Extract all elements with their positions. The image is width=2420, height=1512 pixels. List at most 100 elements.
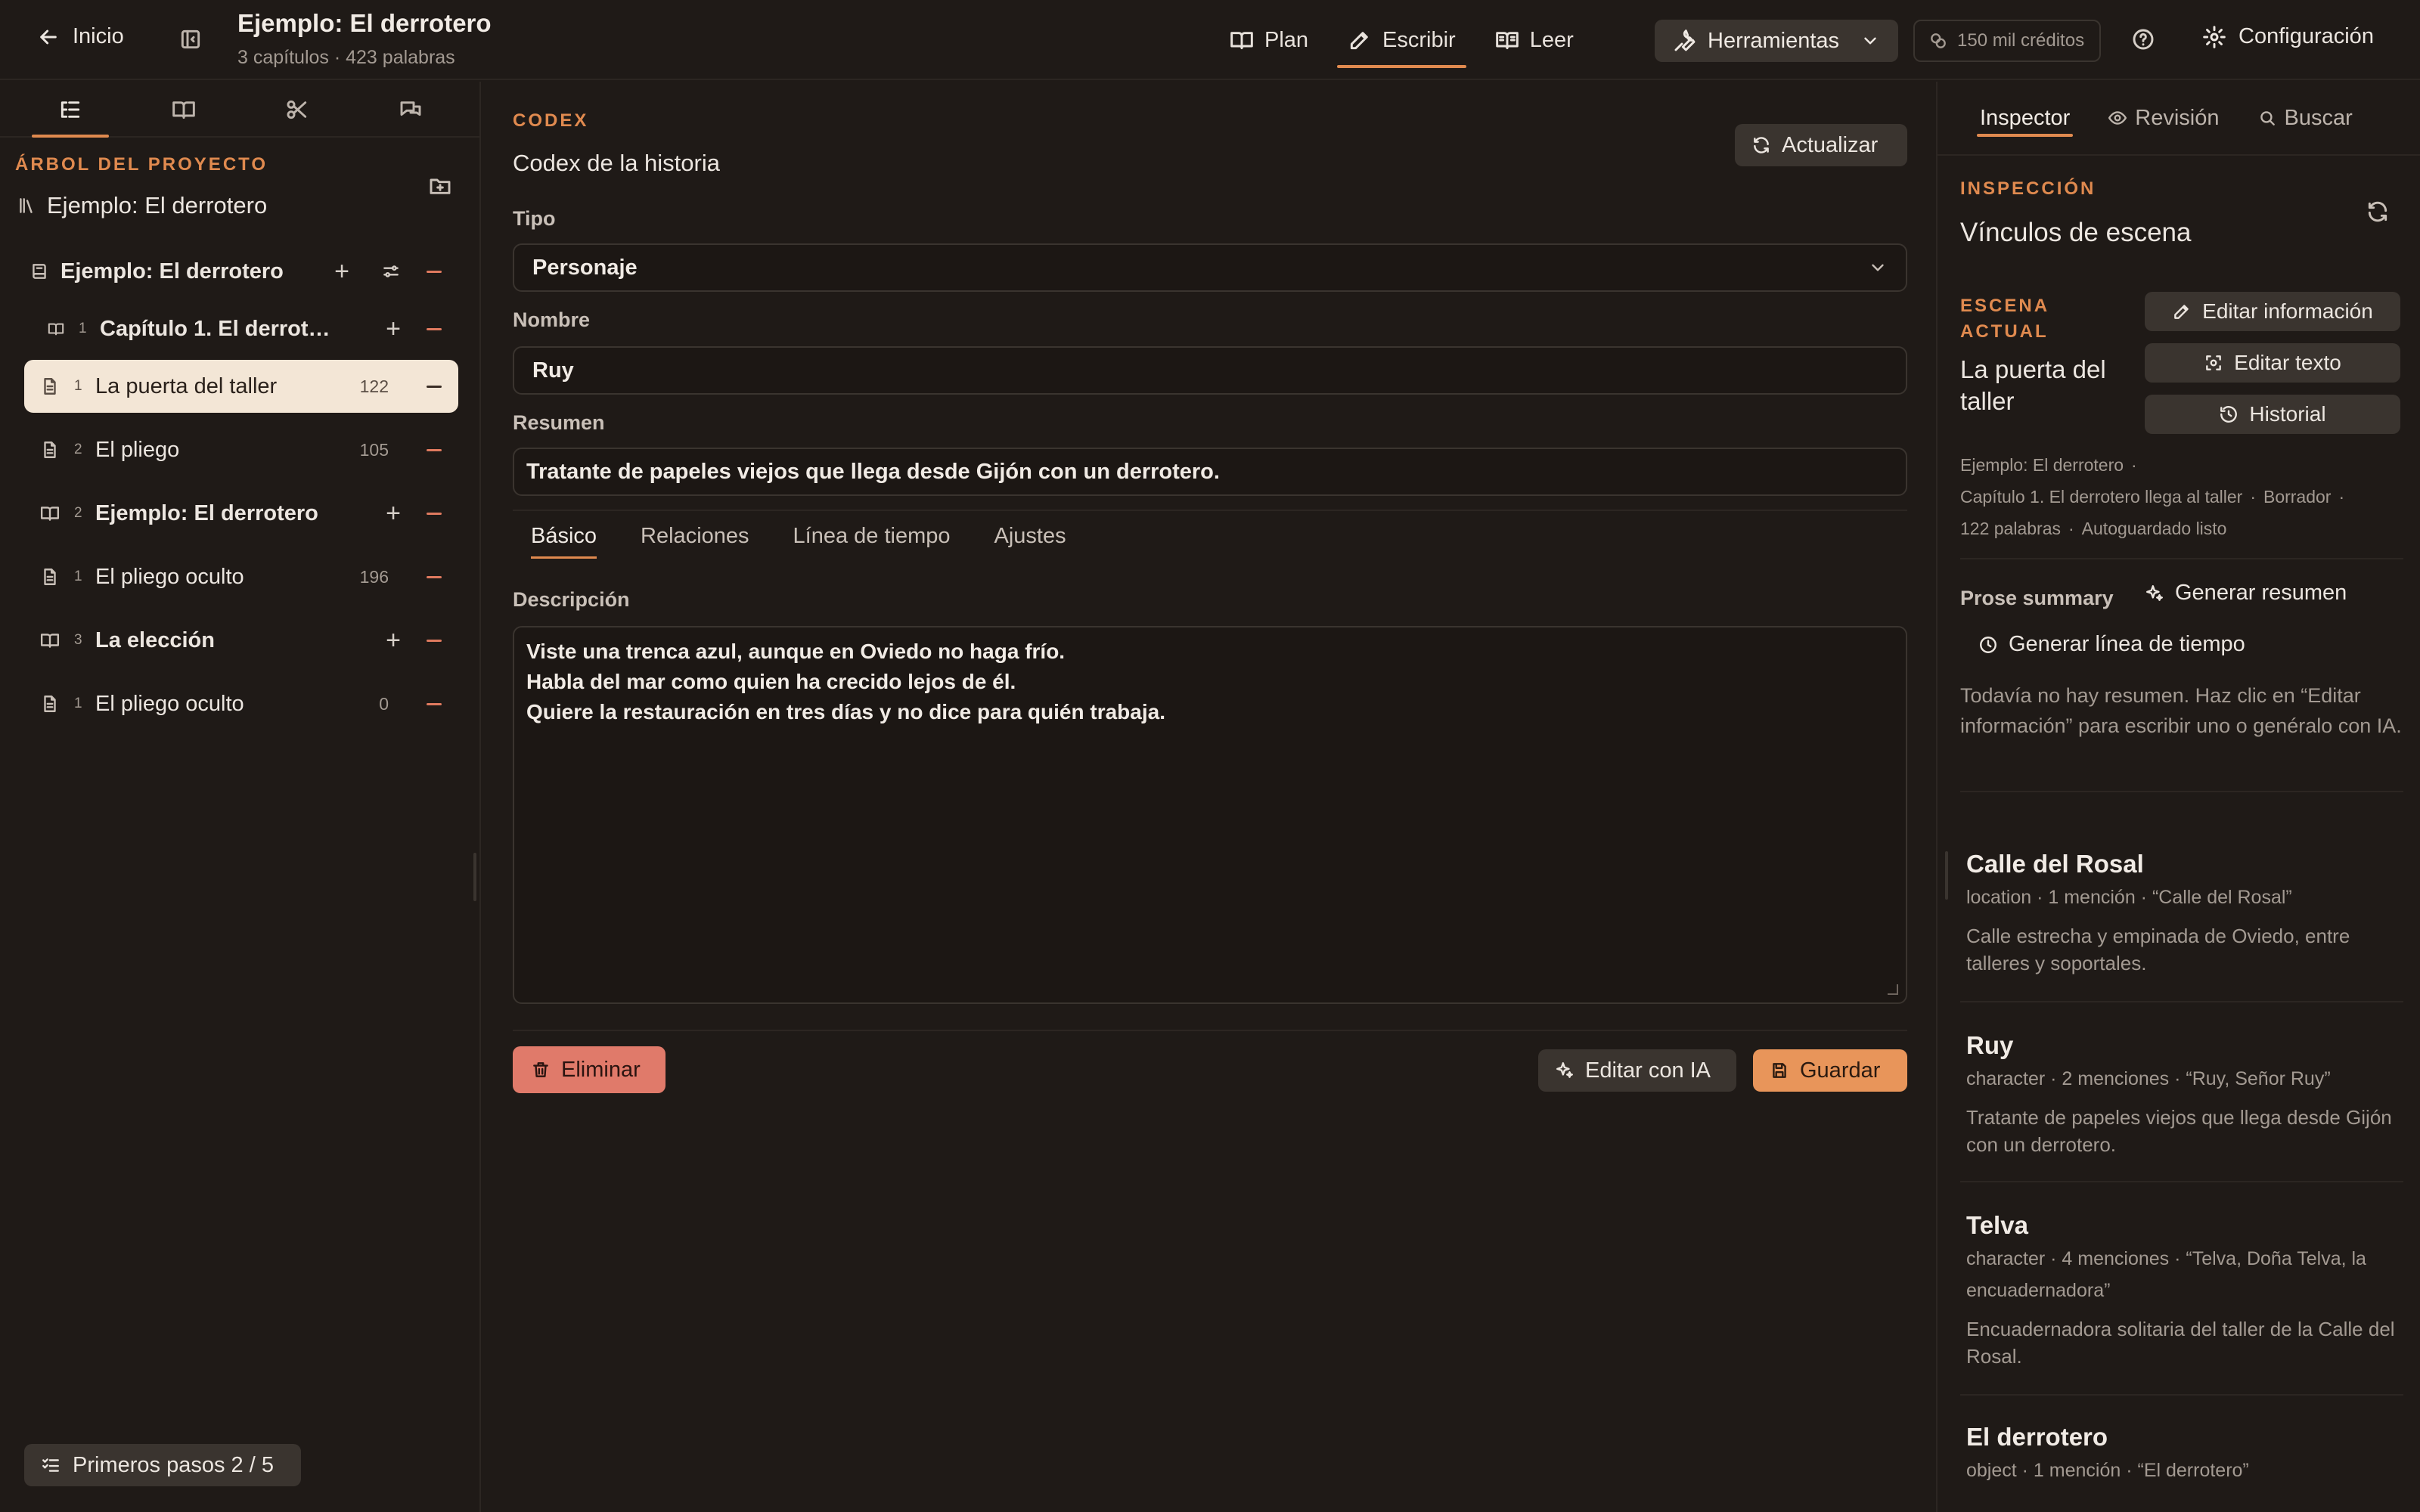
remove-scene-button[interactable] [427, 448, 442, 451]
scissors-icon [285, 98, 309, 122]
tree-scene-row[interactable]: 1 El pliego oculto 196 [24, 550, 458, 603]
tools-dropdown-button[interactable]: Herramientas [1655, 20, 1898, 62]
generate-summary-button[interactable]: Generar resumen [2145, 581, 2347, 606]
remove-book-button[interactable] [427, 270, 442, 273]
tab-relaciones[interactable]: Relaciones [641, 510, 749, 562]
tree-book-row[interactable]: Ejemplo: El derrotero + [24, 245, 458, 298]
tree-scene-row[interactable]: 2 El pliego 105 [24, 423, 458, 476]
divider [1960, 1394, 2403, 1396]
entry-meta: location · 1 mención · “Calle del Rosal” [1966, 887, 2292, 908]
refresh-icon[interactable] [2366, 200, 2390, 224]
project-root[interactable]: Ejemplo: El derrotero [17, 192, 267, 219]
tab-buscar[interactable]: Buscar [2257, 81, 2353, 155]
codex-entry[interactable]: El derrotero object · 1 mención · “El de… [1966, 1423, 2403, 1486]
delete-label: Eliminar [561, 1057, 641, 1082]
sidebar-tab-scissors[interactable] [240, 82, 354, 138]
description-line: Viste una trenca azul, aunque en Oviedo … [526, 640, 1066, 663]
tree-row-label: La elección [95, 627, 215, 652]
history-button[interactable]: Historial [2145, 395, 2400, 434]
tools-label: Herramientas [1708, 28, 1840, 53]
entry-description: Tratante de papeles viejos que llega des… [1966, 1106, 2392, 1156]
remove-chapter-button[interactable] [427, 639, 442, 642]
type-select[interactable]: Personaje [513, 243, 1907, 292]
credits-badge[interactable]: 150 mil créditos [1913, 20, 2101, 62]
settings-button[interactable]: Configuración [2202, 24, 2374, 49]
summary-value: Tratante de papeles viejos que llega des… [526, 459, 1220, 484]
name-input[interactable]: Ruy [513, 346, 1907, 395]
remove-chapter-button[interactable] [427, 512, 442, 515]
divider [513, 1030, 1907, 1031]
tree-chapter-row[interactable]: 2 Ejemplo: El derrotero + [24, 487, 458, 540]
chapter-icon [35, 503, 65, 523]
generate-timeline-label: Generar línea de tiempo [2009, 632, 2245, 656]
getting-started-label: Primeros pasos 2 / 5 [73, 1452, 274, 1477]
tab-basico[interactable]: Básico [531, 510, 597, 562]
mode-tab-escribir[interactable]: Escribir [1328, 0, 1475, 80]
mode-tab-leer[interactable]: Leer [1475, 0, 1593, 80]
sidebar-toggle-icon[interactable] [178, 27, 203, 51]
floppy-icon [1770, 1061, 1789, 1080]
remove-scene-button[interactable] [427, 702, 442, 705]
add-chapter-button[interactable]: + [334, 259, 349, 284]
edit-text-button[interactable]: Editar texto [2145, 343, 2400, 383]
tab-revision[interactable]: Revisión [2108, 81, 2220, 155]
description-line: Quiere la restauración en tres días y no… [526, 700, 1165, 723]
refresh-button[interactable]: Actualizar [1735, 124, 1907, 166]
description-textarea[interactable]: Viste una trenca azul, aunque en Oviedo … [513, 626, 1907, 1004]
tree-row-number: 1 [74, 696, 82, 711]
sidebar-tab-book[interactable] [127, 82, 240, 138]
tree-row-label: Capítulo 1. El derrotero llega al taller [100, 316, 331, 341]
settings-label: Configuración [2238, 24, 2374, 48]
panel-resize-handle[interactable] [1945, 851, 1948, 900]
tree-chapter-row[interactable]: 3 La elección + [24, 614, 458, 667]
mode-label: Plan [1264, 27, 1309, 52]
edit-info-button[interactable]: Editar información [2145, 292, 2400, 331]
tab-linea-de-tiempo[interactable]: Línea de tiempo [793, 510, 951, 562]
generate-timeline-button[interactable]: Generar línea de tiempo [1978, 632, 2245, 657]
folder-plus-icon[interactable] [428, 174, 452, 198]
delete-button[interactable]: Eliminar [513, 1046, 666, 1093]
clock-icon [1978, 635, 1998, 655]
document-icon [35, 440, 65, 460]
refresh-label: Actualizar [1782, 132, 1879, 157]
meta-book: Ejemplo: El derrotero [1960, 455, 2124, 475]
codex-entry[interactable]: Ruy character · 2 menciones · “Ruy, Seño… [1966, 1031, 2403, 1158]
edit-with-ai-button[interactable]: Editar con IA [1538, 1049, 1736, 1092]
tree-scene-row[interactable]: 1 La puerta del taller 122 [24, 360, 458, 413]
summary-input[interactable]: Tratante de papeles viejos que llega des… [513, 448, 1907, 496]
remove-scene-button[interactable] [427, 385, 442, 388]
refresh-icon [1751, 135, 1771, 155]
add-scene-button[interactable]: + [386, 500, 401, 526]
tab-ajustes[interactable]: Ajustes [994, 510, 1066, 562]
tree-scene-row[interactable]: 1 El pliego oculto 0 [24, 677, 458, 730]
tree-section-label: ÁRBOL DEL PROYECTO [15, 154, 268, 175]
tree-row-label: El pliego [95, 437, 180, 462]
arrow-left-icon [36, 25, 60, 49]
sidebar-resize-handle[interactable] [473, 853, 476, 901]
trash-icon [531, 1060, 551, 1080]
back-label: Inicio [73, 24, 124, 48]
back-button[interactable]: Inicio [36, 24, 124, 49]
add-scene-button[interactable]: + [386, 627, 401, 653]
codex-entry[interactable]: Telva character · 4 menciones · “Telva, … [1966, 1211, 2403, 1370]
entry-name: Ruy [1966, 1031, 2014, 1059]
tree-row-label: La puerta del taller [95, 373, 278, 398]
sliders-icon[interactable] [381, 262, 401, 281]
project-root-label: Ejemplo: El derrotero [47, 192, 268, 218]
save-button[interactable]: Guardar [1753, 1049, 1907, 1092]
getting-started-button[interactable]: Primeros pasos 2 / 5 [24, 1444, 301, 1486]
sidebar-tab-chat[interactable] [354, 82, 467, 138]
textarea-resize-handle[interactable] [1888, 984, 1898, 995]
tab-label: Inspector [1980, 105, 2071, 130]
codex-entry[interactable]: Calle del Rosal location · 1 mención · “… [1966, 850, 2403, 977]
tree-chapter-row[interactable]: 1 Capítulo 1. El derrotero llega al tall… [42, 302, 458, 355]
library-icon [17, 196, 36, 215]
remove-scene-button[interactable] [427, 575, 442, 578]
remove-chapter-button[interactable] [427, 327, 442, 330]
mode-tab-plan[interactable]: Plan [1210, 0, 1328, 80]
divider [1960, 558, 2403, 559]
add-scene-button[interactable]: + [386, 316, 401, 342]
help-icon[interactable] [2131, 27, 2155, 51]
tab-inspector[interactable]: Inspector [1976, 81, 2074, 155]
sidebar-tab-tree[interactable] [14, 82, 127, 138]
